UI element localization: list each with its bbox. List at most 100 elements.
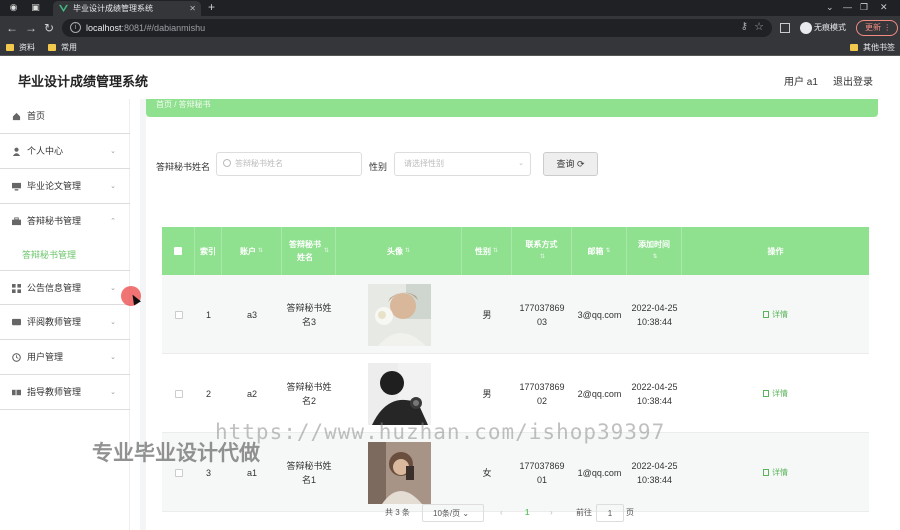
search-gender-label: 性别 [369,162,388,172]
folder-icon [850,44,858,51]
window-restore-icon[interactable]: ❐ [860,0,868,15]
bookmark-folder[interactable]: 常用 [48,40,77,56]
sort-icon[interactable]: ⇅ [258,245,263,258]
sidebar-item-reviewer[interactable]: 评阅教师管理 ⌄ [0,305,130,340]
column-header-gender[interactable]: 性别 ⇅ [462,227,512,275]
sort-icon[interactable]: ⇅ [540,251,545,264]
row-select-cell [162,275,195,354]
watermark-text: 专业毕业设计代做 [92,442,260,465]
table-row: 3 a1 答辩秘书姓名1 女 17703786901 1@qq.com 2022… [162,433,869,512]
row-select-cell [162,354,195,433]
sidebar-item-advisor[interactable]: 指导教师管理 ⌄ [0,375,130,410]
search-name-label: 答辩秘书姓名 [156,162,211,172]
sort-icon[interactable]: ⇅ [652,251,657,264]
next-page-icon[interactable]: › [550,504,553,522]
sidebar-item-label: 用户管理 [27,352,64,362]
chevron-down-icon: ⌄ [110,389,116,396]
detail-button[interactable]: 详情 [763,466,788,480]
incognito-indicator[interactable]: 无痕模式 [800,20,846,36]
window-chevron-icon[interactable]: ⌄ [826,0,834,15]
bookmarks-bar: 资料 常用 其他书签 [0,40,900,56]
pagination-total: 共 3 条 [385,508,410,517]
row-checkbox[interactable] [174,389,183,398]
column-header-avatar[interactable]: 头像 ⇅ [336,227,462,275]
breadcrumb-home[interactable]: 首页 [156,100,172,109]
forward-icon[interactable]: → [25,20,37,36]
cell-phone: 17703786901 [519,460,565,485]
url-text: localhost:8081/#/dabianmishu [86,23,206,33]
window-minimize-icon[interactable]: — [843,0,852,15]
window-close-icon[interactable]: ✕ [880,0,888,15]
cell-email: 3@qq.com [577,309,622,320]
sidebar-item-label: 个人中心 [27,146,64,156]
sidebar-item-home[interactable]: 首页 [0,99,130,134]
column-header-account[interactable]: 账户 ⇅ [222,227,282,275]
sidebar-subitem-secretary[interactable]: 答辩秘书管理 [22,248,76,261]
browser-menu-icon[interactable]: ◉ [8,2,19,13]
sidebar-item-users[interactable]: 用户管理 ⌄ [0,340,130,375]
incognito-icon [800,21,812,34]
chevron-down-icon: ⌄ [110,285,116,292]
column-header-added[interactable]: 添加时间 ⇅ [627,227,682,275]
sidebar-item-secretary[interactable]: 答辩秘书管理 ⌃ [0,204,130,239]
table-row: 1 a3 答辩秘书姓名3 男 17703786903 3@qq.com 2022… [162,275,869,354]
sidebar-item-label: 评阅教师管理 [27,317,82,327]
page-unit-label: 页 [626,508,634,517]
browser-tab[interactable]: 毕业设计成绩管理系统 ✕ [53,1,201,16]
sort-icon[interactable]: ⇅ [493,245,498,258]
back-icon[interactable]: ← [6,20,18,36]
sidebar-item-personal-center[interactable]: 个人中心 ⌄ [0,134,130,169]
cell-added: 2022-04-25 10:38:44 [631,302,678,327]
briefcase-icon [12,217,21,226]
tab-title: 毕业设计成绩管理系统 [73,4,153,13]
chevron-down-icon: ⌄ [518,160,524,167]
update-button[interactable]: 更新 ⋮ [856,20,898,36]
sidebar-item-label: 公告信息管理 [27,283,82,293]
bookmark-star-icon[interactable]: ☆ [754,20,764,33]
sort-icon[interactable]: ⇅ [405,245,410,258]
breadcrumb: 首页 / 答辩秘书 [146,99,878,117]
page-number-current[interactable]: 1 [525,504,529,522]
query-button[interactable]: 查询 ⟳ [543,152,598,176]
search-name-input[interactable]: 答辩秘书姓名 [216,152,362,176]
cell-account: a3 [246,309,257,320]
tab-search-icon[interactable]: ▣ [30,2,41,13]
cell-added: 2022-04-25 10:38:44 [631,460,678,485]
sidebar-item-notice[interactable]: 公告信息管理 ⌄ [0,270,130,305]
watermark-url: https://www.huzhan.com/ishop39397 [215,420,666,444]
browser-tab-bar: ◉ ▣ 毕业设计成绩管理系统 ✕ + ⌄ — ❐ ✕ [0,0,900,16]
cell-gender: 男 [482,309,492,320]
sidebar-item-thesis[interactable]: 毕业论文管理 ⌄ [0,169,130,204]
bookmark-folder[interactable]: 资料 [6,40,35,56]
tab-close-icon[interactable]: ✕ [189,1,196,16]
row-checkbox[interactable] [174,310,183,319]
prev-page-icon[interactable]: ‹ [500,504,503,522]
reload-icon[interactable]: ↻ [44,20,54,36]
site-info-icon[interactable]: i [70,22,81,33]
sort-icon[interactable]: ⇅ [324,245,329,258]
goto-page-input[interactable]: 1 [596,504,624,522]
cell-index: 1 [205,309,211,320]
cell-name: 答辩秘书姓名3 [286,302,332,327]
select-all-checkbox[interactable] [174,247,182,255]
document-icon [763,389,769,397]
cell-gender: 女 [482,467,492,478]
new-tab-icon[interactable]: + [208,0,215,15]
detail-button[interactable]: 详情 [763,308,788,322]
sort-icon[interactable]: ⇅ [605,245,610,258]
key-icon[interactable]: ⚷ [741,21,748,32]
column-header-email[interactable]: 邮箱 ⇅ [572,227,627,275]
address-bar[interactable]: i localhost:8081/#/dabianmishu ⚷ ☆ [62,19,772,37]
sidebar-item-label: 首页 [27,111,46,121]
gender-select[interactable]: 请选择性别 ⌄ [394,152,531,176]
side-panel-icon[interactable] [780,23,790,33]
column-header-phone[interactable]: 联系方式 ⇅ [512,227,572,275]
search-name-placeholder: 答辩秘书姓名 [235,159,283,168]
detail-button[interactable]: 详情 [763,387,788,401]
row-checkbox[interactable] [174,468,183,477]
logout-link[interactable]: 退出登录 [833,73,873,88]
chat-icon [12,318,21,326]
column-header-name[interactable]: 答辩秘书姓名 ⇅ [282,227,336,275]
page-size-select[interactable]: 10条/页 ⌄ [422,504,484,522]
bookmark-folder[interactable]: 其他书签 [850,40,895,56]
